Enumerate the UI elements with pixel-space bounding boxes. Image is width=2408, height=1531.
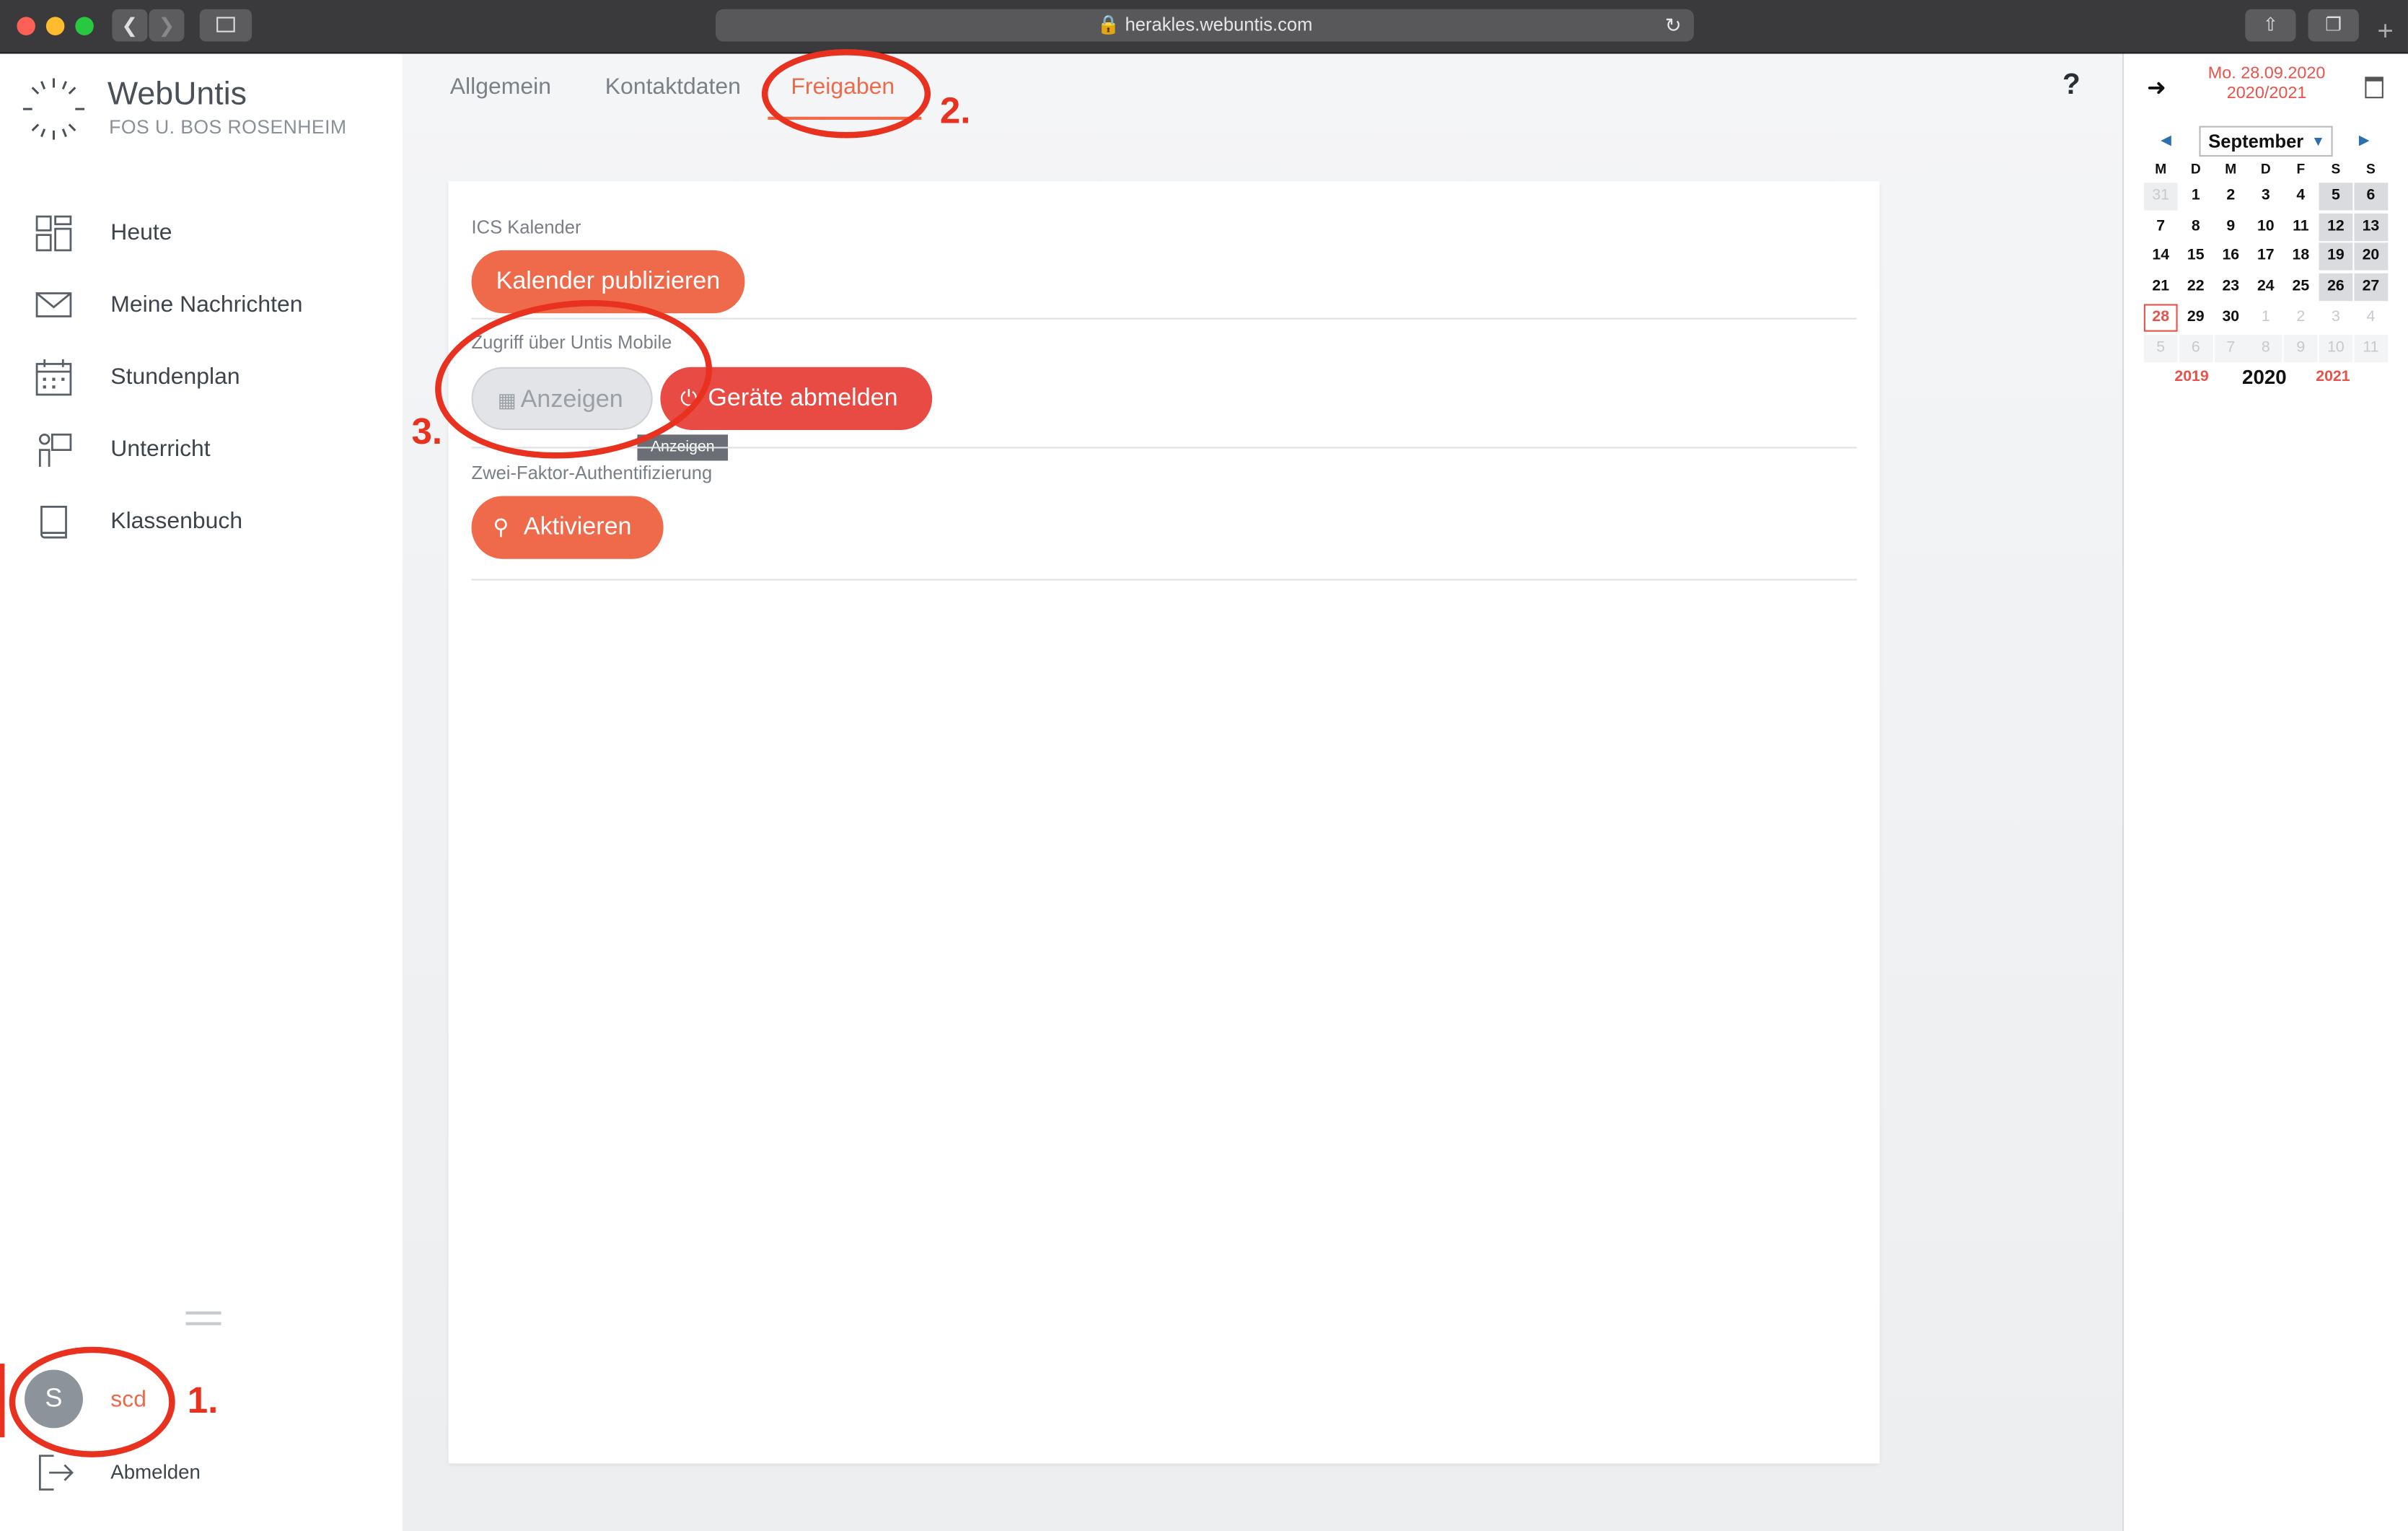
calendar-day[interactable]: 10 bbox=[2249, 213, 2282, 240]
prev-year[interactable]: 2019 bbox=[2174, 369, 2208, 385]
nav-item-label: Klassenbuch bbox=[110, 508, 243, 535]
key-icon: ⚲ bbox=[493, 514, 509, 540]
book-icon bbox=[40, 505, 67, 539]
annotation-number-1: 1. bbox=[187, 1380, 219, 1422]
calendar-day[interactable]: 6 bbox=[2354, 183, 2388, 211]
current-year: 2020 bbox=[2242, 365, 2287, 389]
annotation-circle-2 bbox=[761, 49, 931, 139]
calendar-day[interactable]: 5 bbox=[2143, 333, 2178, 362]
weekday-header: F bbox=[2296, 161, 2306, 177]
calendar-day[interactable]: 25 bbox=[2284, 273, 2318, 301]
weekday-header: M bbox=[2225, 161, 2237, 177]
calendar-day[interactable]: 11 bbox=[2354, 333, 2388, 362]
calendar-day[interactable]: 7 bbox=[2213, 333, 2248, 362]
calendar-day[interactable]: 17 bbox=[2249, 243, 2282, 271]
logout-link[interactable]: Abmelden bbox=[110, 1460, 201, 1483]
calendar-day[interactable]: 12 bbox=[2319, 213, 2353, 241]
weekday-header: D bbox=[2190, 161, 2201, 177]
calendar-day[interactable]: 18 bbox=[2284, 243, 2318, 271]
calendar-day[interactable]: 2 bbox=[2284, 304, 2318, 331]
calendar-day[interactable]: 21 bbox=[2144, 273, 2178, 301]
annotation-number-3: 3. bbox=[411, 411, 443, 453]
calendar-day[interactable]: 26 bbox=[2319, 273, 2353, 302]
calendar-day[interactable]: 30 bbox=[2214, 304, 2248, 331]
calendar-day[interactable]: 8 bbox=[2179, 213, 2213, 240]
calendar-day[interactable]: 28 bbox=[2143, 303, 2178, 332]
logout-icon bbox=[38, 1455, 74, 1491]
weekday-header: D bbox=[2260, 161, 2271, 177]
weekday-header: S bbox=[2366, 161, 2376, 177]
calendar-day[interactable]: 31 bbox=[2143, 183, 2178, 211]
active-user-indicator bbox=[0, 1364, 5, 1438]
calendar-day[interactable]: 9 bbox=[2214, 213, 2248, 240]
calendar-day[interactable]: 27 bbox=[2354, 273, 2388, 302]
weekday-header: M bbox=[2155, 161, 2167, 177]
calendar-day[interactable]: 11 bbox=[2284, 213, 2318, 240]
next-year[interactable]: 2021 bbox=[2316, 369, 2350, 385]
calendar-day[interactable]: 1 bbox=[2249, 304, 2282, 331]
calendar-day[interactable]: 23 bbox=[2214, 273, 2248, 301]
calendar-day[interactable]: 29 bbox=[2179, 304, 2213, 331]
activate-2fa-label: Aktivieren bbox=[523, 514, 632, 541]
calendar-day[interactable]: 7 bbox=[2144, 213, 2178, 240]
twofa-section-title: Zwei-Faktor-Authentifizierung bbox=[471, 462, 713, 484]
calendar-day[interactable]: 2 bbox=[2214, 183, 2248, 210]
calendar-day[interactable]: 13 bbox=[2354, 213, 2388, 241]
calendar-day[interactable]: 5 bbox=[2319, 183, 2353, 211]
calendar-day[interactable]: 14 bbox=[2144, 243, 2178, 271]
calendar-grid: M D M D F S S 31 1 2 3 4 5 6 7 8 9 10 11 12 13 14 15 16 17 18 19 20… bbox=[0, 0, 2408, 461]
calendar-day[interactable]: 3 bbox=[2319, 304, 2352, 331]
calendar-day[interactable]: 6 bbox=[2179, 333, 2213, 362]
calendar-day[interactable]: 8 bbox=[2249, 333, 2283, 362]
calendar-day[interactable]: 1 bbox=[2179, 183, 2213, 210]
calendar-day[interactable]: 4 bbox=[2354, 304, 2388, 331]
divider bbox=[471, 579, 1857, 581]
nav-item-klassenbuch[interactable]: Klassenbuch bbox=[0, 494, 403, 546]
calendar-day[interactable]: 20 bbox=[2354, 243, 2388, 271]
activate-2fa-button[interactable]: ⚲ Aktivieren bbox=[471, 496, 664, 559]
weekday-header: S bbox=[2331, 161, 2341, 177]
calendar-day[interactable]: 10 bbox=[2319, 333, 2353, 362]
annotation-number-2: 2. bbox=[939, 90, 971, 133]
calendar-day[interactable]: 3 bbox=[2249, 183, 2282, 210]
calendar-day[interactable]: 16 bbox=[2214, 243, 2248, 271]
calendar-day[interactable]: 4 bbox=[2284, 183, 2318, 210]
calendar-day[interactable]: 15 bbox=[2179, 243, 2213, 271]
calendar-day[interactable]: 19 bbox=[2319, 243, 2353, 271]
collapse-handle-icon[interactable] bbox=[185, 1311, 221, 1325]
calendar-day[interactable]: 9 bbox=[2283, 333, 2318, 362]
calendar-day[interactable]: 22 bbox=[2179, 273, 2213, 301]
annotation-circle-1 bbox=[9, 1346, 175, 1457]
calendar-day[interactable]: 24 bbox=[2249, 273, 2282, 301]
